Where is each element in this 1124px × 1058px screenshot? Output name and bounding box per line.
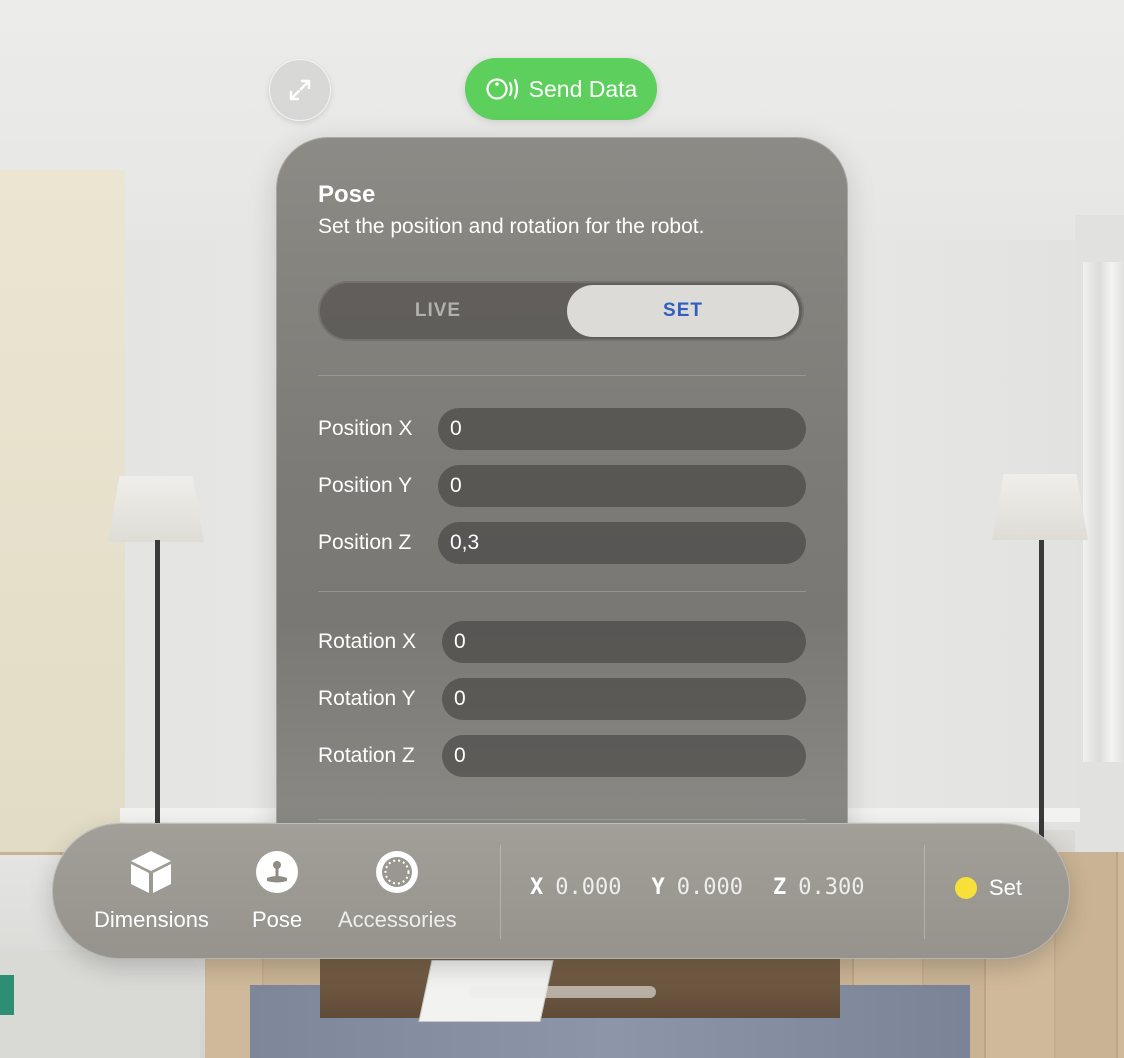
ring-icon (374, 849, 420, 895)
coord-x-axis: X (530, 875, 544, 900)
divider (318, 591, 806, 592)
divider (318, 375, 806, 376)
status-dot (955, 877, 977, 899)
toolbar-separator (924, 845, 925, 939)
tab-accessories[interactable]: Accessories (338, 849, 457, 933)
tab-dimensions[interactable]: Dimensions (94, 849, 209, 933)
coord-x-value: 0.000 (555, 875, 622, 900)
segment-live[interactable]: LIVE (318, 281, 558, 341)
position-y-label: Position Y (318, 474, 413, 497)
rotation-y-row: Rotation Y 0 (318, 678, 806, 720)
panel-subtitle: Set the position and rotation for the ro… (318, 215, 705, 238)
floor-lamp-left-shade (108, 476, 204, 542)
status-label: Set (989, 875, 1023, 900)
expand-button[interactable] (269, 59, 331, 121)
rotation-z-row: Rotation Z 0 (318, 735, 806, 777)
cube-icon (128, 849, 174, 895)
divider (318, 819, 806, 820)
coord-y-axis: Y (651, 875, 665, 900)
position-x-row: Position X 0 (318, 408, 806, 450)
window-curtain (1083, 262, 1124, 762)
position-y-row: Position Y 0 (318, 465, 806, 507)
broadcast-icon (486, 78, 518, 100)
coord-y-value: 0.000 (676, 875, 743, 900)
bottom-toolbar: Dimensions Pose Accessories X 0.000 Y 0.… (52, 823, 1070, 959)
rotation-y-field[interactable]: 0 (442, 678, 806, 720)
panel-title: Pose (318, 181, 376, 208)
rotation-z-field[interactable]: 0 (442, 735, 806, 777)
position-z-row: Position Z 0,3 (318, 522, 806, 564)
expand-arrows-icon (289, 79, 311, 101)
rotation-x-row: Rotation X 0 (318, 621, 806, 663)
send-data-label: Send Data (528, 75, 638, 102)
tab-pose-label: Pose (252, 907, 303, 932)
rotation-y-label: Rotation Y (318, 687, 416, 710)
send-data-button[interactable]: Send Data (465, 58, 657, 120)
toolbar-separator (500, 845, 501, 939)
position-x-field[interactable]: 0 (438, 408, 806, 450)
coordinate-readout: X 0.000 Y 0.000 Z 0.300 (530, 875, 864, 900)
pose-panel: Pose Set the position and rotation for t… (276, 137, 848, 877)
tab-dimensions-label: Dimensions (94, 907, 209, 932)
window-grabber-bar[interactable] (468, 986, 656, 998)
cushion (0, 975, 14, 1015)
segment-set[interactable]: SET (567, 285, 799, 337)
joystick-icon (254, 849, 300, 895)
position-y-field[interactable]: 0 (438, 465, 806, 507)
coord-z-axis: Z (772, 875, 787, 900)
tab-pose[interactable]: Pose (252, 849, 302, 933)
left-wall (0, 170, 125, 860)
floor-lamp-left-pole (155, 540, 160, 830)
position-x-label: Position X (318, 417, 413, 440)
floor-lamp-right-pole (1039, 540, 1044, 840)
rotation-x-label: Rotation X (318, 630, 417, 653)
sofa-arm (0, 950, 200, 1058)
mode-segmented-control: LIVE SET (318, 281, 804, 341)
coord-y: Y 0.000 (651, 875, 742, 900)
position-z-label: Position Z (318, 531, 412, 554)
rotation-z-label: Rotation Z (318, 744, 415, 767)
coord-x: X 0.000 (530, 875, 621, 900)
rotation-x-field[interactable]: 0 (442, 621, 806, 663)
position-z-field[interactable]: 0,3 (438, 522, 806, 564)
status-indicator: Set (955, 875, 1022, 901)
floor-lamp-right-shade (992, 474, 1088, 540)
coord-z: Z 0.300 (773, 875, 864, 900)
coord-z-value: 0.300 (798, 875, 865, 900)
tab-accessories-label: Accessories (338, 907, 457, 932)
